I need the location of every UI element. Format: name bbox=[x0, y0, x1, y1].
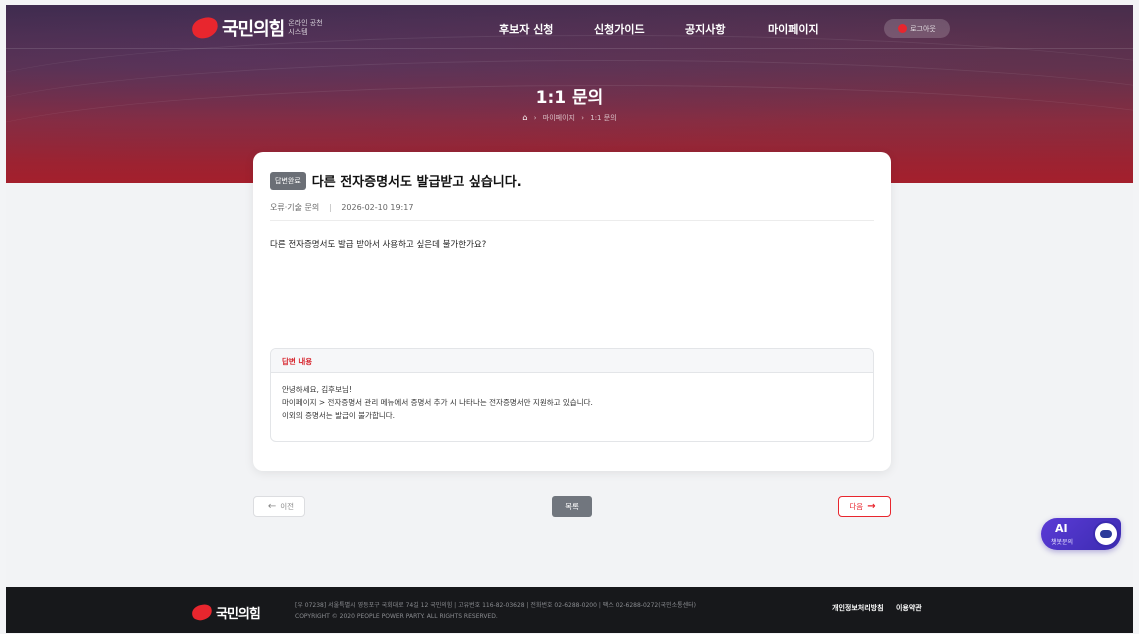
meta-divider bbox=[329, 203, 331, 212]
inquiry-datetime: 2026-02-10 19:17 bbox=[341, 203, 414, 212]
ai-sublabel: 챗봇문의 bbox=[1051, 539, 1074, 546]
list-button[interactable]: 목록 bbox=[552, 496, 592, 517]
arrow-right-icon: → bbox=[867, 501, 876, 512]
inquiry-category: 오류·기술 문의 bbox=[270, 203, 320, 212]
answer-line: 안녕하세요, 김후보님! bbox=[282, 385, 352, 394]
answer-body: 안녕하세요, 김후보님! 마이페이지 > 전자증명서 관리 메뉴에서 증명서 추… bbox=[271, 373, 873, 422]
list-label: 목록 bbox=[565, 502, 579, 511]
answer-box: 답변 내용 안녕하세요, 김후보님! 마이페이지 > 전자증명서 관리 메뉴에서… bbox=[270, 348, 874, 442]
logout-button[interactable]: 로그아웃 bbox=[884, 19, 950, 38]
breadcrumb-separator-icon: › bbox=[533, 114, 537, 122]
logo-icon bbox=[190, 603, 214, 622]
menu-item-notice[interactable]: 공지사항 bbox=[685, 21, 725, 37]
prev-label: 이전 bbox=[280, 502, 295, 511]
inquiry-card: 답변완료 다른 전자증명서도 발급받고 싶습니다. 오류·기술 문의 2026-… bbox=[253, 152, 891, 471]
menu-item-candidate-apply[interactable]: 후보자 신청 bbox=[499, 21, 553, 37]
ai-chatbot-button[interactable]: AI 챗봇문의 bbox=[1041, 518, 1121, 550]
logout-label: 로그아웃 bbox=[910, 24, 936, 33]
inquiry-body: 다른 전자증명서도 발급 받아서 사용하고 싶은데 불가한가요? bbox=[270, 240, 487, 250]
home-icon[interactable]: ⌂ bbox=[522, 113, 527, 122]
robot-icon bbox=[1093, 521, 1119, 547]
breadcrumb-separator-icon: › bbox=[581, 114, 584, 122]
logo-icon bbox=[190, 15, 220, 41]
breadcrumb-item-inquiry[interactable]: 1:1 문의 bbox=[590, 114, 616, 122]
inquiry-header: 답변완료 다른 전자증명서도 발급받고 싶습니다. bbox=[270, 171, 522, 190]
breadcrumb-item-mypage[interactable]: 마이페이지 bbox=[543, 114, 575, 122]
footer-links: 개인정보처리방침 이용약관 bbox=[832, 603, 932, 613]
inquiry-title: 다른 전자증명서도 발급받고 싶습니다. bbox=[311, 175, 522, 190]
ai-label: AI bbox=[1055, 522, 1068, 535]
divider bbox=[270, 220, 874, 221]
prev-button[interactable]: ← 이전 bbox=[253, 496, 305, 517]
page-frame: 국민의힘 온라인 공천시스템 후보자 신청 신청가이드 공지사항 마이페이지 로… bbox=[6, 5, 1133, 633]
footer-info: [우 07238] 서울특별시 영등포구 국회대로 74길 12 국민의힘 | … bbox=[295, 600, 696, 622]
menu-item-apply-guide[interactable]: 신청가이드 bbox=[594, 21, 645, 37]
footer-copyright: COPYRIGHT © 2020 PEOPLE POWER PARTY. ALL… bbox=[295, 613, 498, 620]
footer-logo: 국민의힘 bbox=[190, 603, 261, 622]
next-button[interactable]: 다음 → bbox=[838, 496, 891, 517]
breadcrumb: ⌂ › 마이페이지 › 1:1 문의 bbox=[6, 113, 1133, 123]
logout-icon bbox=[898, 24, 908, 33]
footer-address: [우 07238] 서울특별시 영등포구 국회대로 74길 12 국민의힘 | … bbox=[295, 602, 697, 609]
next-label: 다음 bbox=[849, 502, 864, 511]
top-nav: 국민의힘 온라인 공천시스템 후보자 신청 신청가이드 공지사항 마이페이지 로… bbox=[6, 5, 1133, 49]
answer-heading: 답변 내용 bbox=[271, 349, 873, 373]
inquiry-meta: 오류·기술 문의 2026-02-10 19:17 bbox=[270, 202, 413, 213]
status-badge: 답변완료 bbox=[270, 171, 306, 190]
logo-text: 국민의힘 bbox=[222, 19, 285, 40]
arrow-left-icon: ← bbox=[267, 501, 277, 512]
page-title: 1:1 문의 bbox=[535, 88, 604, 108]
footer-logo-text: 국민의힘 bbox=[216, 607, 261, 622]
footer-link-privacy[interactable]: 개인정보처리방침 bbox=[832, 604, 884, 612]
footer: 국민의힘 [우 07238] 서울특별시 영등포구 국회대로 74길 12 국민… bbox=[6, 587, 1133, 633]
footer-link-terms[interactable]: 이용약관 bbox=[896, 604, 922, 612]
menu-item-mypage[interactable]: 마이페이지 bbox=[768, 21, 819, 37]
logo-subtitle: 온라인 공천시스템 bbox=[288, 19, 323, 36]
answer-line: 마이페이지 > 전자증명서 관리 메뉴에서 증명서 추가 시 나타나는 전자증명… bbox=[282, 398, 593, 407]
site-logo[interactable]: 국민의힘 온라인 공천시스템 bbox=[190, 15, 326, 41]
answer-line: 이외의 증명서는 발급이 불가합니다. bbox=[282, 411, 396, 420]
